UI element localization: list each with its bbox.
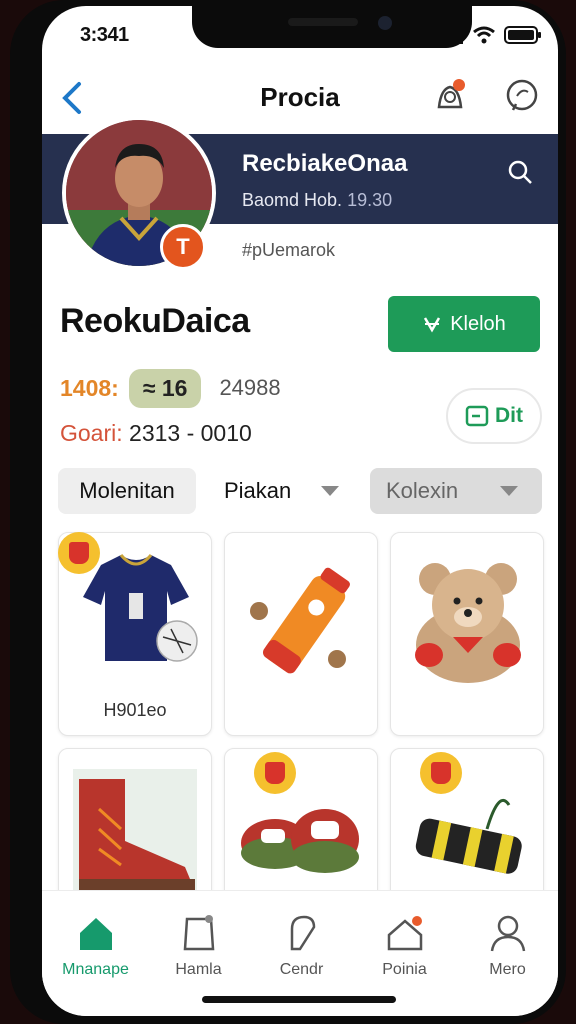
goal-label: Goari: [60, 420, 123, 446]
user-icon [490, 915, 525, 952]
bottle-icon [250, 567, 350, 674]
tag-icon [290, 915, 315, 951]
stat-pill: ≈ 16 [128, 368, 202, 408]
promo-badge-icon [420, 752, 462, 794]
camera [378, 16, 392, 30]
stat-pill-value: 16 [161, 374, 188, 401]
banner-sub-text: Baomd Hob. [242, 190, 343, 210]
status-time: 3:341 [80, 24, 129, 46]
battery-icon [504, 26, 541, 44]
stat-pill-icon: ≈ [142, 374, 156, 401]
nav-item-hamla[interactable]: Hamla [147, 913, 250, 993]
banner-search-button[interactable] [502, 154, 538, 190]
chat-icon [506, 79, 538, 111]
edit-icon [465, 405, 489, 427]
promo-badge-icon [58, 532, 100, 574]
edit-label: Dit [495, 404, 523, 427]
nav-label: Mnanape [62, 961, 129, 978]
home-indicator[interactable] [202, 996, 396, 1003]
hashtag[interactable]: #pUemarok [242, 240, 335, 261]
stats-row: 1408: ≈ 16 24988 [60, 368, 281, 408]
nav-item-home[interactable]: Mnanape [44, 913, 147, 993]
follow-icon [424, 317, 441, 333]
page-title: Procia [260, 82, 340, 112]
phone-frame: 3:341 Procia RecbiakeOnaa Baomd Hob. 19.… [10, 0, 566, 1024]
chevron-down-icon [321, 486, 340, 496]
banner-sub-number: 19.30 [347, 190, 393, 210]
nav-label: Poinia [382, 961, 427, 978]
teddy-bear-icon [415, 563, 521, 683]
product-label: H901eo [103, 700, 167, 720]
notch [192, 6, 472, 48]
product-card[interactable] [224, 532, 378, 736]
stat-primary: 1408: [60, 374, 119, 401]
goal-row: Goari: 2313 - 0010 [60, 420, 252, 447]
follow-button[interactable]: Kleloh [388, 296, 540, 352]
avatar-badge: T [160, 224, 206, 270]
tab-molenitan[interactable]: Molenitan [58, 468, 196, 514]
tab-label: Molenitan [79, 478, 175, 503]
screen: 3:341 Procia RecbiakeOnaa Baomd Hob. 19.… [42, 6, 558, 1016]
bell-icon [437, 79, 465, 109]
promo-badge-icon [254, 752, 296, 794]
banner-subtitle: Baomd Hob. 19.30 [242, 190, 392, 211]
chat-button[interactable] [502, 76, 542, 116]
search-icon [508, 160, 532, 184]
notification-button[interactable] [430, 76, 470, 116]
house-outline-icon [387, 916, 422, 951]
product-card[interactable] [390, 532, 544, 736]
nav-label: Cendr [279, 961, 324, 978]
home-icon [79, 918, 112, 950]
follow-label: Kleloh [450, 312, 506, 335]
tab-kolexin[interactable]: Kolexin [370, 468, 542, 514]
chevron-down-icon [500, 486, 519, 496]
edit-button[interactable]: Dit [446, 388, 542, 444]
nav-item-cendr[interactable]: Cendr [250, 913, 353, 993]
nav-item-poinia[interactable]: Poinia [353, 913, 456, 993]
store-name: ReokuDaica [60, 302, 250, 340]
nav-item-mero[interactable]: Mero [456, 913, 558, 993]
wifi-icon [473, 26, 495, 44]
tab-label: Piakan [224, 478, 292, 503]
banner-name: RecbiakeOnaa [242, 150, 408, 177]
stat-secondary: 24988 [219, 375, 281, 400]
tab-label: Kolexin [386, 478, 459, 503]
filter-tabs: Molenitan Piakan Kolexin [58, 468, 542, 516]
speaker [288, 18, 358, 26]
goal-value: 2313 - 0010 [129, 420, 252, 446]
nav-label: Mero [489, 961, 526, 978]
nav-label: Hamla [175, 961, 222, 978]
bag-icon [183, 915, 214, 951]
tab-piakan[interactable]: Piakan [210, 468, 360, 514]
